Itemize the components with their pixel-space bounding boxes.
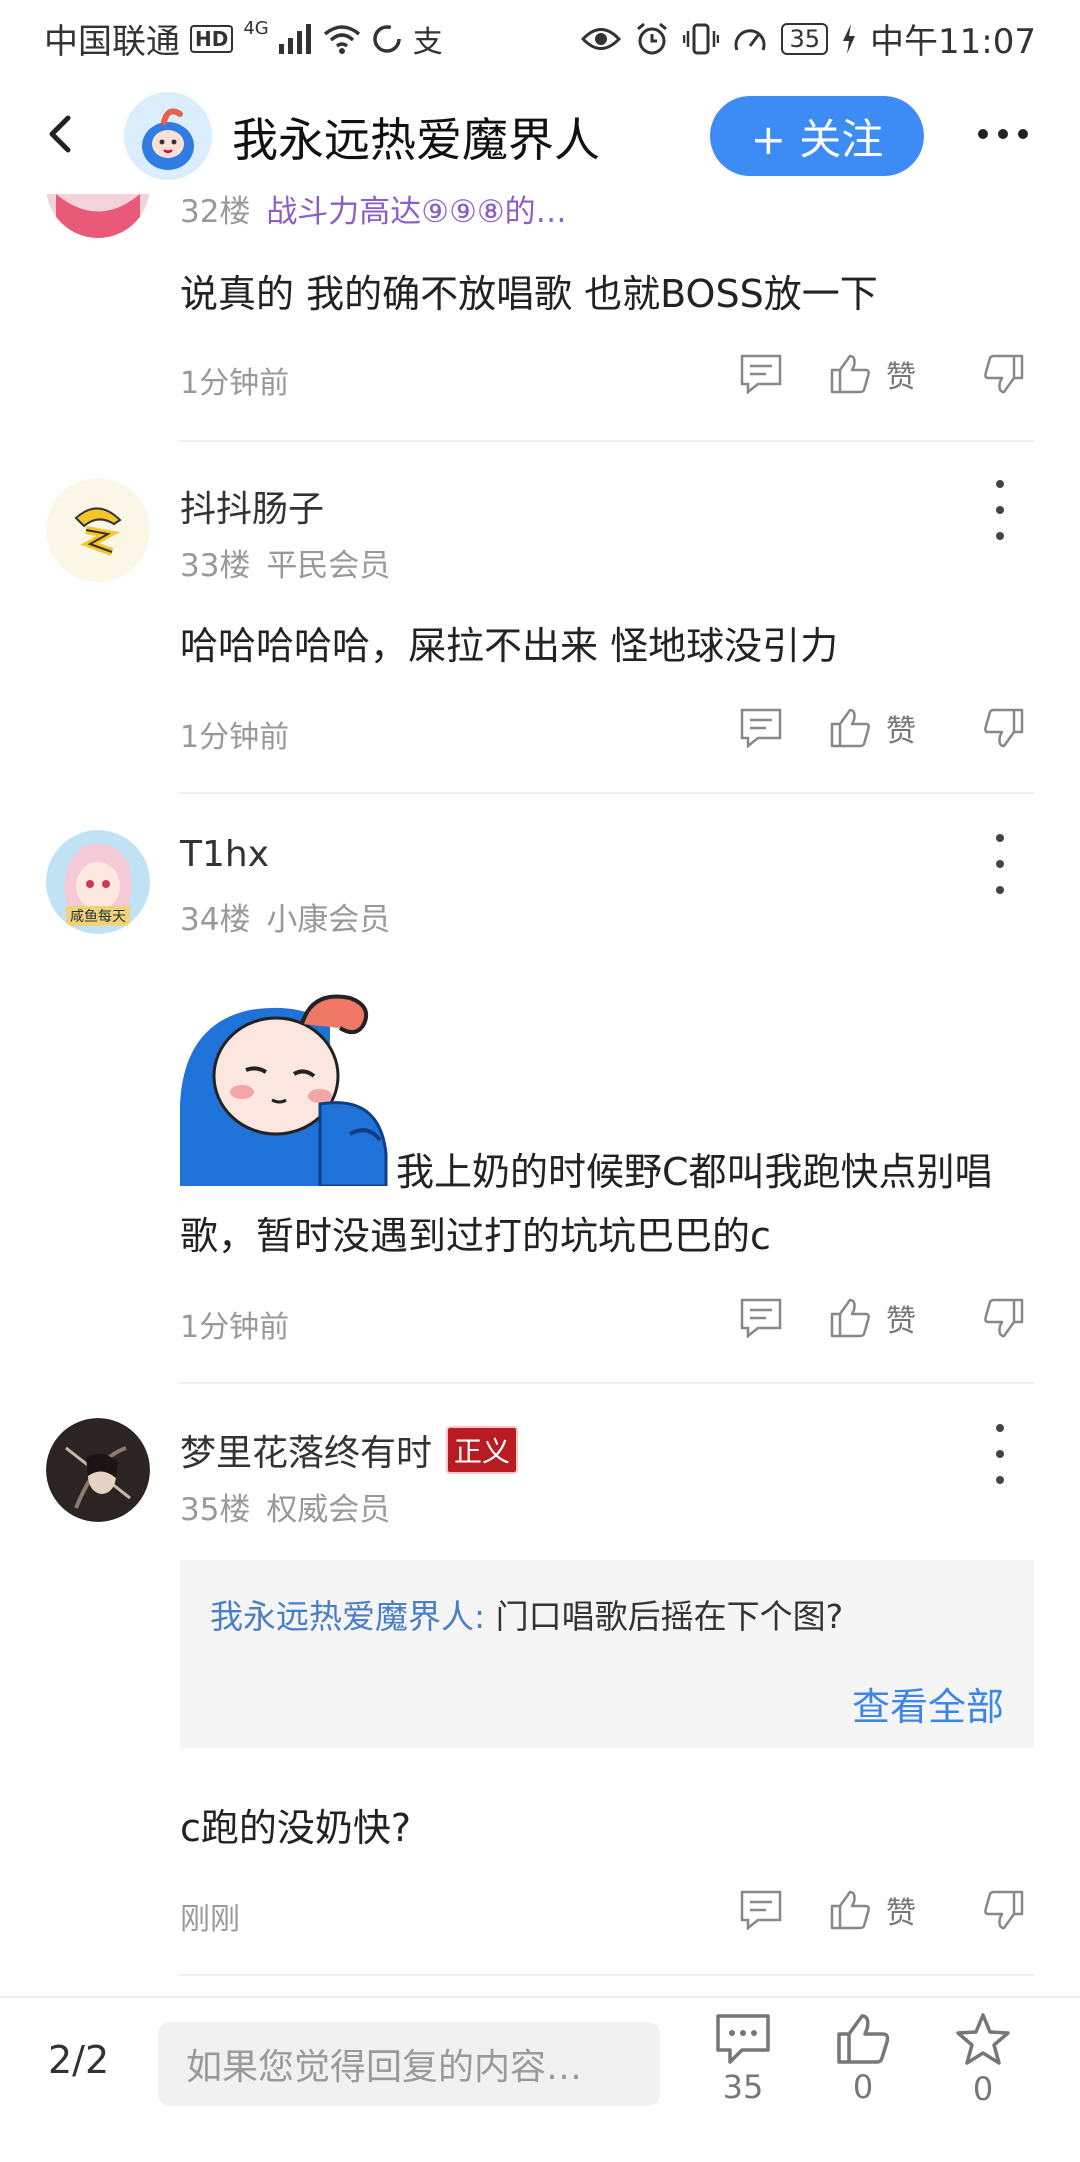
- avatar[interactable]: [46, 1418, 150, 1522]
- like-button[interactable]: 赞: [828, 1888, 916, 1932]
- divider: [180, 440, 1034, 442]
- favorite-count: 0: [972, 2070, 994, 2108]
- comments-button[interactable]: 35: [698, 2012, 788, 2106]
- comment-icon[interactable]: [738, 706, 784, 750]
- floor-number: 33楼: [180, 548, 251, 584]
- thumbs-down-icon[interactable]: [982, 352, 1026, 396]
- post-time: 1分钟前: [180, 366, 290, 401]
- top-nav-bar: 我永远热爱魔界人 + 关注: [0, 74, 1080, 194]
- eye-icon: [581, 27, 622, 50]
- thumbs-up-icon: [837, 2014, 890, 2064]
- thumbs-up-icon: [830, 1890, 870, 1930]
- speed-icon: [734, 28, 766, 51]
- content-line: 歌，暂时没遇到过打的坑坑巴巴的c: [180, 1214, 771, 1258]
- post-actions: 赞: [738, 1296, 1026, 1340]
- floor-number: 34楼: [180, 902, 251, 938]
- thumbs-up-icon: [830, 1298, 870, 1338]
- comment-icon[interactable]: [738, 1888, 784, 1932]
- signal-icon: 4G: [243, 18, 269, 39]
- reply-input[interactable]: 如果您觉得回复的内容…: [158, 2022, 660, 2106]
- member-level: 小康会员: [266, 902, 391, 938]
- like-count: 0: [852, 2068, 874, 2106]
- signal-bars-icon: [278, 23, 311, 54]
- favorite-button[interactable]: 0: [938, 2012, 1028, 2108]
- thumbs-down-icon[interactable]: [982, 706, 1026, 750]
- carrier-label: 中国联通: [44, 22, 180, 62]
- divider: [180, 792, 1034, 794]
- thumbs-up-icon: [830, 708, 870, 748]
- like-label: 赞: [886, 714, 916, 749]
- floor-number: 32楼: [180, 194, 251, 230]
- post-content: 哈哈哈哈哈，屎拉不出来 怪地球没引力: [180, 624, 839, 668]
- post-actions: 赞: [738, 352, 1026, 396]
- post-time: 1分钟前: [180, 720, 290, 755]
- divider: [180, 1974, 1034, 1976]
- thumbs-down-icon[interactable]: [982, 1296, 1026, 1340]
- mascot-avatar-icon: [124, 92, 212, 180]
- like-label: 赞: [886, 1304, 916, 1339]
- page-indicator[interactable]: 2/2: [48, 2038, 109, 2082]
- status-left: 中国联通 HD 4G 支: [44, 14, 443, 63]
- post-more-icon[interactable]: [990, 834, 1010, 894]
- username[interactable]: T1hx: [180, 834, 269, 875]
- floor-number: 35楼: [180, 1492, 251, 1528]
- post-content: c跑的没奶快?: [180, 1806, 412, 1850]
- alarm-icon: [637, 22, 668, 54]
- member-level: 平民会员: [266, 548, 391, 584]
- comment-icon: [716, 2014, 770, 2064]
- post-actions: 赞: [738, 1888, 1026, 1932]
- star-icon: [956, 2013, 1010, 2065]
- bottom-bar: 2/2 如果您觉得回复的内容… 35 0 0: [0, 1996, 1080, 2162]
- thumbs-down-icon[interactable]: [982, 1888, 1026, 1932]
- status-right: 35 中午11:07: [581, 14, 1036, 63]
- clock: 中午11:07: [870, 22, 1036, 62]
- battery-icon: 35: [781, 22, 829, 55]
- username: 梦里花落终有时 正义: [180, 1424, 519, 1476]
- sub-reply-box[interactable]: 我永远热爱魔界人: 门口唱歌后摇在下个图? 查看全部: [180, 1560, 1034, 1748]
- status-bar: 中国联通 HD 4G 支 35 中午11:07: [0, 0, 1080, 74]
- member-badge[interactable]: 战斗力高达⑨⑨⑧的…: [266, 194, 566, 230]
- post-more-icon[interactable]: [990, 480, 1010, 540]
- content-line: 我上奶的时候野C都叫我跑快点别唱: [396, 1150, 993, 1194]
- thumbs-up-icon: [830, 354, 870, 394]
- like-button[interactable]: 赞: [828, 1296, 916, 1340]
- quote-author[interactable]: 我永远热爱魔界人:: [210, 1597, 485, 1636]
- sync-circle-icon: [373, 24, 401, 53]
- like-label: 赞: [886, 360, 916, 395]
- comment-count: 35: [722, 2068, 764, 2106]
- justice-badge[interactable]: 正义: [446, 1426, 519, 1474]
- divider: [180, 1382, 1034, 1384]
- like-label: 赞: [886, 1896, 916, 1931]
- post-content: 我上奶的时候野C都叫我跑快点别唱 歌，暂时没遇到过打的坑坑巴巴的c: [180, 1140, 1040, 1268]
- username[interactable]: 抖抖肠子: [180, 480, 324, 532]
- username-text[interactable]: 梦里花落终有时: [180, 1424, 432, 1476]
- charging-icon: [843, 23, 856, 54]
- follow-button[interactable]: + 关注: [710, 96, 924, 176]
- post-time: 刚刚: [180, 1902, 240, 1937]
- quote-text: 门口唱歌后摇在下个图?: [495, 1597, 844, 1636]
- like-button[interactable]: 赞: [828, 352, 916, 396]
- hd-icon: HD: [190, 24, 234, 53]
- like-post-button[interactable]: 0: [818, 2012, 908, 2106]
- avatar[interactable]: [46, 478, 150, 582]
- more-options-icon[interactable]: [978, 114, 1058, 154]
- avatar[interactable]: 咸鱼每天: [46, 830, 150, 934]
- post-content: 说真的 我的确不放唱歌 也就BOSS放一下: [180, 272, 878, 316]
- comment-icon[interactable]: [738, 352, 784, 396]
- post-time: 1分钟前: [180, 1310, 290, 1345]
- vibrate-icon: [683, 23, 720, 54]
- post-more-icon[interactable]: [990, 1424, 1010, 1484]
- like-button[interactable]: 赞: [828, 706, 916, 750]
- view-all-link[interactable]: 查看全部: [852, 1676, 1004, 1731]
- page-title: 我永远热爱魔界人: [232, 113, 600, 167]
- thread-author-avatar[interactable]: [124, 92, 212, 180]
- back-arrow-icon[interactable]: [30, 104, 90, 164]
- alipay-icon: 支: [412, 24, 443, 60]
- comment-icon[interactable]: [738, 1296, 784, 1340]
- wifi-icon: [323, 24, 360, 54]
- member-level: 权威会员: [266, 1492, 391, 1528]
- post-actions: 赞: [738, 706, 1026, 750]
- avatar-caption: 咸鱼每天: [70, 909, 126, 925]
